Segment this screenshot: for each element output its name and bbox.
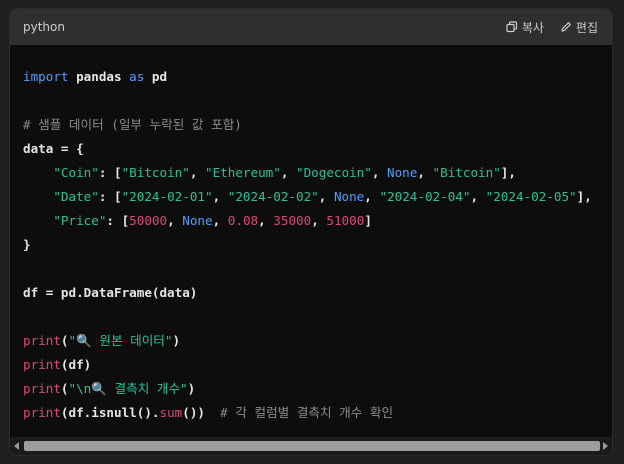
code-line: print("\n🔍 결측치 개수")	[23, 381, 196, 396]
code-content[interactable]: import pandas as pd # 샘플 데이터 (일부 누락된 값 포함…	[10, 45, 612, 437]
code-line: "Date": ["2024-02-01", "2024-02-02", Non…	[53, 189, 592, 204]
language-label: python	[23, 20, 65, 34]
edit-label: 편집	[575, 20, 598, 35]
code-block: python 복사 편집 import pandas as pd # 샘플 데이터…	[9, 8, 613, 456]
code-line: "Price": [50000, None, 0.08, 35000, 5100…	[53, 213, 372, 228]
code-block-header: python 복사 편집	[10, 9, 612, 45]
copy-icon	[506, 21, 517, 33]
scroll-left-arrow-icon[interactable]	[14, 442, 19, 450]
code-comment: # 샘플 데이터 (일부 누락된 값 포함)	[23, 117, 242, 132]
code-line: import pandas as pd	[23, 69, 168, 84]
copy-button[interactable]: 복사	[506, 19, 544, 36]
scrollbar-thumb[interactable]	[24, 441, 600, 451]
edit-button[interactable]: 편집	[560, 19, 598, 36]
copy-label: 복사	[521, 20, 544, 35]
code-line: "Coin": ["Bitcoin", "Ethereum", "Dogecoi…	[53, 165, 516, 180]
code-line: data = {	[23, 141, 84, 156]
code-line: print("🔍 원본 데이터")	[23, 333, 181, 348]
edit-icon	[561, 22, 571, 32]
code-line: df = pd.DataFrame(data)	[23, 285, 198, 300]
code-line: # 샘플 데이터 (일부 누락된 값 포함)	[23, 113, 612, 137]
scroll-right-arrow-icon[interactable]	[603, 442, 608, 450]
code-actions: 복사 편집	[506, 19, 598, 36]
code-comment: # 각 컬럼별 결측치 개수 확인	[205, 405, 394, 420]
horizontal-scrollbar[interactable]	[10, 437, 612, 455]
code-line: print(df.isnull().sum()) # 각 컬럼별 결측치 개수 …	[23, 405, 394, 420]
code-line: print(df)	[23, 357, 92, 372]
code-line: }	[23, 237, 31, 252]
